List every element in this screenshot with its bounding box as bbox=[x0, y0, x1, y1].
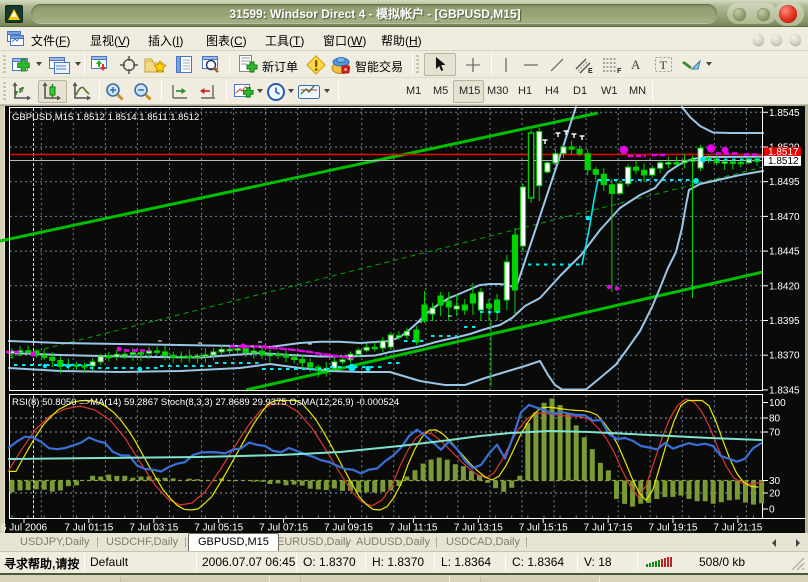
svg-text:70: 70 bbox=[769, 428, 781, 439]
svg-text:1.8445: 1.8445 bbox=[769, 247, 800, 258]
svg-text:E: E bbox=[588, 68, 593, 75]
svg-text:80: 80 bbox=[769, 414, 781, 425]
svg-text:7 Jul 11:15: 7 Jul 11:15 bbox=[389, 523, 438, 534]
svg-text:1.8345: 1.8345 bbox=[769, 385, 800, 396]
svg-text:GBPUSD,M15 1.8512 1.8514 1.85: GBPUSD,M15 1.8512 1.8514 1.8511 1.8512 bbox=[12, 112, 199, 123]
svg-text:7 Jul 05:15: 7 Jul 05:15 bbox=[194, 523, 243, 534]
svg-text:0: 0 bbox=[769, 505, 775, 516]
svg-text:7 Jul 19:15: 7 Jul 19:15 bbox=[649, 523, 698, 534]
svg-text:100: 100 bbox=[769, 398, 786, 409]
svg-text:7 Jul 07:15: 7 Jul 07:15 bbox=[259, 523, 308, 534]
svg-text:1.8395: 1.8395 bbox=[769, 316, 800, 327]
svg-text:1.8512: 1.8512 bbox=[768, 156, 799, 167]
svg-text:7 Jul 03:15: 7 Jul 03:15 bbox=[129, 523, 178, 534]
svg-text:T: T bbox=[660, 58, 668, 72]
svg-text:30: 30 bbox=[769, 476, 781, 487]
svg-text:7 Jul 01:15: 7 Jul 01:15 bbox=[64, 523, 113, 534]
svg-text:1.8420: 1.8420 bbox=[769, 281, 800, 292]
svg-text:7 Jul 15:15: 7 Jul 15:15 bbox=[519, 523, 568, 534]
svg-text:A: A bbox=[631, 57, 641, 72]
svg-text:7 Jul 09:15: 7 Jul 09:15 bbox=[324, 523, 373, 534]
svg-text:1.8545: 1.8545 bbox=[769, 108, 800, 119]
svg-text:7 Jul 21:15: 7 Jul 21:15 bbox=[713, 523, 762, 534]
svg-text:1.8495: 1.8495 bbox=[769, 177, 800, 188]
svg-text:F: F bbox=[617, 68, 622, 75]
svg-text:1.8470: 1.8470 bbox=[769, 212, 800, 223]
svg-text:7 Jul 13:15: 7 Jul 13:15 bbox=[454, 523, 503, 534]
svg-text:6 Jul 2006: 6 Jul 2006 bbox=[1, 523, 48, 534]
svg-text:RSI(8) 50.8050 =>MA(14) 59.28: RSI(8) 50.8050 =>MA(14) 59.2867 Stoch(8,… bbox=[12, 397, 399, 408]
svg-text:1.8370: 1.8370 bbox=[769, 351, 800, 362]
svg-text:7 Jul 17:15: 7 Jul 17:15 bbox=[584, 523, 633, 534]
svg-text:20: 20 bbox=[769, 489, 781, 500]
